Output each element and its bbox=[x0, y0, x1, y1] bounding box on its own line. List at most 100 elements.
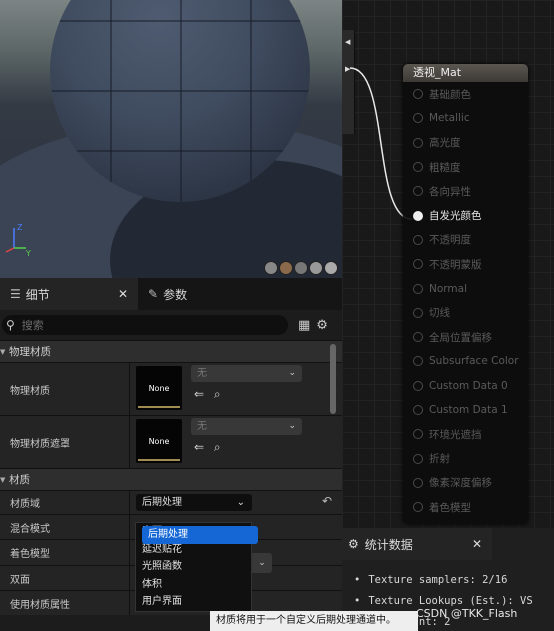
material-domain-dropdown: 表面延迟贴花光照函数体积后期处理用户界面 bbox=[135, 522, 258, 612]
tab-details[interactable]: ☰ 细节 ✕ bbox=[0, 278, 138, 310]
asset-actions: ⇐ ⌕ bbox=[194, 387, 227, 402]
tab-params-label: 参数 bbox=[163, 287, 188, 302]
table-view-icon[interactable]: ▦ bbox=[298, 318, 310, 333]
use-selected-icon[interactable]: ⇐ bbox=[194, 440, 204, 454]
chevron-down-icon[interactable]: ⌄ bbox=[252, 553, 272, 573]
pin-dot-icon[interactable] bbox=[413, 429, 423, 440]
browse-icon[interactable]: ⌕ bbox=[214, 387, 221, 401]
node-pin[interactable]: 像素深度偏移 bbox=[403, 471, 528, 495]
search-row: ⚲ 搜索 ▦ ⚙ bbox=[0, 310, 342, 340]
pin-dot-icon[interactable] bbox=[413, 453, 423, 464]
node-pin-label: Custom Data 0 bbox=[429, 379, 508, 392]
watermark: CSDN @TKK_Flash bbox=[416, 607, 518, 620]
asset-thumbnail[interactable]: None bbox=[136, 419, 182, 463]
pin-dot-icon[interactable] bbox=[413, 137, 423, 148]
node-pin[interactable]: 着色模型 bbox=[403, 495, 528, 519]
pin-dot-icon[interactable] bbox=[413, 332, 423, 343]
row-label: 使用材质属性 bbox=[0, 591, 130, 615]
dropdown-option[interactable]: 用户界面 bbox=[136, 593, 251, 611]
preview-viewport[interactable]: Z Y bbox=[0, 0, 342, 278]
material-editor: Z Y ◀ ▶ 透视_Mat 基础颜色 Metallic 高光度 粗糙度 各向异性 自发光… bbox=[0, 0, 554, 631]
browse-icon[interactable]: ⌕ bbox=[214, 440, 221, 454]
node-pin[interactable]: Metallic bbox=[403, 106, 528, 130]
node-pin[interactable]: 高光度 bbox=[403, 131, 528, 155]
node-pin[interactable]: 折射 bbox=[403, 446, 528, 470]
details-tabbar: ☰ 细节 ✕ ✎ 参数 bbox=[0, 278, 342, 310]
pin-dot-icon[interactable] bbox=[413, 380, 423, 391]
material-domain-select[interactable]: 后期处理 ⌄ bbox=[136, 494, 252, 511]
node-pin-label: Subsurface Color bbox=[429, 355, 519, 368]
node-pin-label: 切线 bbox=[429, 307, 450, 320]
node-pin-label: 自发光颜色 bbox=[429, 210, 482, 223]
stats-icon: ⚙ bbox=[348, 537, 359, 551]
details-scrollbar[interactable] bbox=[330, 344, 336, 414]
node-pin[interactable]: Normal bbox=[403, 276, 528, 300]
close-icon[interactable]: ✕ bbox=[472, 537, 482, 551]
row-phys-material-mask: 物理材质遮罩 None 无 ⌄ ⇐ ⌕ bbox=[0, 415, 342, 468]
preview-shape-selector[interactable] bbox=[264, 261, 338, 275]
plane-shape-icon[interactable] bbox=[294, 261, 308, 275]
pin-dot-icon[interactable] bbox=[413, 259, 423, 270]
tab-params[interactable]: ✎ 参数 bbox=[138, 278, 197, 310]
chevron-down-icon: ⌄ bbox=[288, 421, 296, 431]
row-label: 双面 bbox=[0, 566, 130, 590]
pin-dot-icon[interactable] bbox=[413, 283, 423, 294]
section-material[interactable]: ▼ 材质 bbox=[0, 468, 342, 490]
row-material-domain: 材质域 后期处理 ⌄ ↶ bbox=[0, 490, 342, 514]
pin-dot-icon[interactable] bbox=[413, 162, 423, 173]
pin-dot-icon[interactable] bbox=[413, 234, 423, 245]
node-title[interactable]: 透视_Mat bbox=[403, 64, 528, 82]
tab-stats[interactable]: ⚙ 统计数据 ✕ bbox=[342, 528, 492, 560]
svg-text:Z: Z bbox=[17, 223, 23, 232]
pin-dot-icon[interactable] bbox=[413, 405, 423, 415]
tab-details-label: 细节 bbox=[25, 287, 50, 302]
node-pin[interactable]: 环境光遮挡 bbox=[403, 422, 528, 446]
node-pin[interactable]: 自发光颜色 bbox=[403, 203, 528, 227]
pin-dot-icon[interactable] bbox=[413, 307, 423, 318]
reset-icon[interactable]: ↶ bbox=[322, 494, 332, 508]
search-input[interactable]: ⚲ 搜索 bbox=[2, 315, 288, 335]
row-label: 着色模型 bbox=[0, 540, 130, 565]
node-pin[interactable]: 各向异性 bbox=[403, 179, 528, 203]
asset-combo-value: 无 bbox=[197, 368, 207, 379]
pin-dot-icon[interactable] bbox=[413, 186, 423, 197]
asset-combo[interactable]: 无 ⌄ bbox=[191, 418, 302, 435]
cylinder-shape-icon[interactable] bbox=[264, 261, 278, 275]
result-node[interactable]: 透视_Mat 基础颜色 Metallic 高光度 粗糙度 各向异性自发光颜色不透明度 不透… bbox=[403, 64, 528, 524]
asset-thumbnail[interactable]: None bbox=[136, 366, 182, 410]
axis-gizmo-icon: Z Y bbox=[5, 223, 31, 258]
chevron-down-icon: ▼ bbox=[0, 475, 6, 484]
material-graph[interactable]: ◀ ▶ 透视_Mat 基础颜色 Metallic 高光度 粗糙度 各向异性 自发光颜色 不透… bbox=[342, 0, 554, 528]
search-placeholder: 搜索 bbox=[21, 319, 44, 332]
pin-dot-icon[interactable] bbox=[413, 89, 423, 100]
row-label: 物理材质遮罩 bbox=[0, 416, 130, 468]
node-pin[interactable]: 全局位置偏移 bbox=[403, 325, 528, 349]
node-pin[interactable]: 切线 bbox=[403, 301, 528, 325]
node-pin[interactable]: Custom Data 0 bbox=[403, 374, 528, 398]
node-pin[interactable]: 不透明蒙版 bbox=[403, 252, 528, 276]
section-physical[interactable]: ▼ 物理材质 bbox=[0, 340, 342, 362]
close-icon[interactable]: ✕ bbox=[118, 287, 128, 301]
dropdown-option[interactable]: 光照函数 bbox=[136, 558, 251, 576]
node-pin[interactable]: 不透明度 bbox=[403, 228, 528, 252]
node-pin[interactable]: Custom Data 1 bbox=[403, 398, 528, 422]
pin-dot-icon[interactable] bbox=[413, 210, 423, 221]
cube-shape-icon[interactable] bbox=[309, 261, 323, 275]
sphere-shape-icon[interactable] bbox=[279, 261, 293, 275]
node-pin[interactable]: Subsurface Color bbox=[403, 349, 528, 373]
pin-dot-icon[interactable] bbox=[413, 502, 423, 513]
dropdown-option[interactable]: 体积 bbox=[136, 576, 251, 594]
node-pin[interactable]: 基础颜色 bbox=[403, 82, 528, 106]
svg-text:Y: Y bbox=[25, 249, 31, 258]
pin-dot-icon[interactable] bbox=[413, 113, 423, 124]
pin-dot-icon[interactable] bbox=[413, 477, 423, 488]
chevron-down-icon: ⌄ bbox=[288, 368, 296, 378]
dropdown-option[interactable]: 后期处理 bbox=[142, 526, 258, 544]
pin-dot-icon[interactable] bbox=[413, 356, 423, 367]
asset-combo[interactable]: 无 ⌄ bbox=[191, 365, 302, 382]
use-selected-icon[interactable]: ⇐ bbox=[194, 387, 204, 401]
teapot-shape-icon[interactable] bbox=[324, 261, 338, 275]
gear-icon[interactable]: ⚙ bbox=[316, 318, 328, 333]
node-pin[interactable]: 粗糙度 bbox=[403, 155, 528, 179]
pencil-icon: ✎ bbox=[148, 287, 159, 301]
